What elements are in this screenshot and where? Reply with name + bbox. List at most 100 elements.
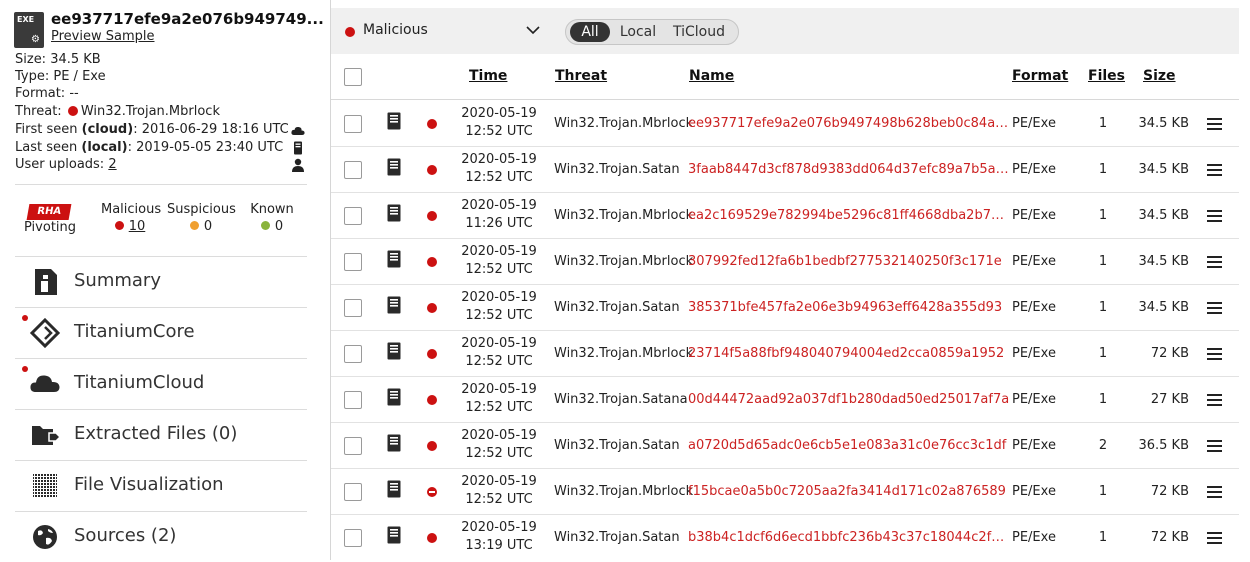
row-threat: Win32.Trojan.Mbrlock [554,484,694,499]
row-files: 1 [1098,392,1108,407]
malicious-count[interactable]: 10 [129,219,146,234]
row-menu-icon[interactable] [1207,486,1223,498]
first-seen: First seen (cloud): 2016-06-29 18:16 UTC [15,121,289,138]
row-size: 72 KB [1150,530,1189,545]
gear-icon: ⚙ [31,34,40,45]
row-menu-icon[interactable] [1207,302,1223,314]
select-all-checkbox[interactable] [344,68,362,86]
column-name[interactable]: Name [689,68,734,84]
column-files[interactable]: Files [1088,68,1125,84]
row-date: 2020-05-19 [461,336,537,351]
rha-logo: RHA [26,204,72,220]
scope-ticloud[interactable]: TiCloud [666,22,732,42]
scope-local[interactable]: Local [614,22,662,42]
row-date: 2020-05-19 [461,152,537,167]
exe-file-icon [387,204,401,222]
row-files: 1 [1098,254,1108,269]
row-format: PE/Exe [1012,530,1056,545]
row-name-link[interactable]: 23714f5a88fbf948040794004ed2cca0859a1952 [688,346,1010,361]
known-count: 0 [274,219,284,234]
column-format[interactable]: Format [1012,68,1068,84]
user-uploads-link[interactable]: 2 [108,157,116,172]
row-format: PE/Exe [1012,346,1056,361]
malicious-status-dot [427,119,437,129]
nav-titanium-core[interactable]: TitaniumCore [15,308,307,358]
row-name-link[interactable]: 00d44472aad92a037df1b280dad50ed25017af7a [688,392,1010,407]
row-date: 2020-05-19 [461,290,537,305]
row-name-link[interactable]: f15bcae0a5b0c7205aa2fa3414d171c02a876589 [688,484,1010,499]
filter-bar: Malicious All Local TiCloud [331,8,1239,54]
row-threat: Win32.Trojan.Mbrlock [554,208,694,223]
preview-sample-link[interactable]: Preview Sample [51,29,154,44]
row-time: 2020-05-19 12:52 UTC [449,473,549,509]
row-name-link[interactable]: 307992fed12fa6b1bedbf277532140250f3c171e [688,254,1010,269]
row-name-link[interactable]: ea2c169529e782994be5296c81ff4668dba2b77a… [688,208,1010,223]
row-checkbox[interactable] [344,345,362,363]
nav-file-visualization[interactable]: File Visualization [15,461,307,511]
classification-filter-select[interactable]: Malicious [331,8,553,54]
row-menu-icon[interactable] [1207,532,1223,544]
suspicious-dot [189,221,199,230]
row-menu-icon[interactable] [1207,210,1223,222]
malicious-stat[interactable]: Malicious 10 [101,202,162,234]
row-name-link[interactable]: ee937717efe9a2e076b9497498b628beb0c84a8.… [688,116,1010,131]
column-time[interactable]: Time [469,68,507,84]
row-files: 1 [1098,162,1108,177]
exe-file-icon [387,434,401,452]
row-checkbox[interactable] [344,391,362,409]
sample-threat: Threat: Win32.Trojan.Mbrlock [15,103,220,120]
chevron-down-icon [526,26,540,35]
row-menu-icon[interactable] [1207,118,1223,130]
row-menu-icon[interactable] [1207,164,1223,176]
row-checkbox[interactable] [344,207,362,225]
malicious-status-dot [427,303,437,313]
row-format: PE/Exe [1012,392,1056,407]
row-threat: Win32.Trojan.Satan [554,300,680,315]
row-threat: Win32.Trojan.Satana [554,392,688,407]
row-checkbox[interactable] [344,161,362,179]
row-clock: 12:52 UTC [465,308,533,323]
malicious-label: Malicious [101,202,162,217]
nav-extracted-files[interactable]: Extracted Files (0) [15,410,307,460]
row-checkbox[interactable] [344,253,362,271]
row-checkbox[interactable] [344,115,362,133]
row-files: 1 [1098,346,1108,361]
nav-sources[interactable]: Sources (2) [15,512,307,562]
threat-value: Win32.Trojan.Mbrlock [80,104,220,119]
row-checkbox[interactable] [344,483,362,501]
column-threat[interactable]: Threat [555,68,607,84]
nav-titanium-cloud[interactable]: TitaniumCloud [15,359,307,409]
nav-summary-label: Summary [74,270,161,291]
user-uploads: User uploads: 2 [15,156,117,173]
row-files: 1 [1098,300,1108,315]
nav-summary[interactable]: Summary [15,257,307,307]
exe-file-icon [387,480,401,498]
server-icon [294,141,302,155]
column-size[interactable]: Size [1143,68,1176,84]
row-menu-icon[interactable] [1207,256,1223,268]
row-menu-icon[interactable] [1207,348,1223,360]
row-date: 2020-05-19 [461,106,537,121]
row-menu-icon[interactable] [1207,440,1223,452]
row-checkbox[interactable] [344,437,362,455]
row-menu-icon[interactable] [1207,394,1223,406]
row-clock: 12:52 UTC [465,124,533,139]
row-name-link[interactable]: 385371bfe457fa2e06e3b94963eff6428a355d93 [688,300,1010,315]
row-clock: 12:52 UTC [465,492,533,507]
folder-export-icon [32,426,61,445]
row-name-link[interactable]: b38b4c1dcf6d6ecd1bbfc236b43c37c18044c2f4… [688,530,1010,545]
exe-file-icon: EXE ⚙ [14,12,44,48]
row-size: 34.5 KB [1138,208,1189,223]
row-name-link[interactable]: a0720d5d65adc0e6cb5e1e083a31c0e76cc3c1df [688,438,1010,453]
scope-all[interactable]: All [570,22,610,42]
first-seen-value: : 2016-06-29 18:16 UTC [133,122,289,137]
row-size: 34.5 KB [1138,162,1189,177]
suspicious-label: Suspicious [167,202,236,217]
row-clock: 12:52 UTC [465,262,533,277]
row-checkbox[interactable] [344,529,362,547]
table-row: 2020-05-19 12:52 UTC Win32.Trojan.Mbrlock… [331,101,1239,147]
row-date: 2020-05-19 [461,244,537,259]
row-threat: Win32.Trojan.Mbrlock [554,346,694,361]
row-name-link[interactable]: 3faab8447d3cf878d9383dd064d37efc89a7b5a4… [688,162,1010,177]
row-checkbox[interactable] [344,299,362,317]
